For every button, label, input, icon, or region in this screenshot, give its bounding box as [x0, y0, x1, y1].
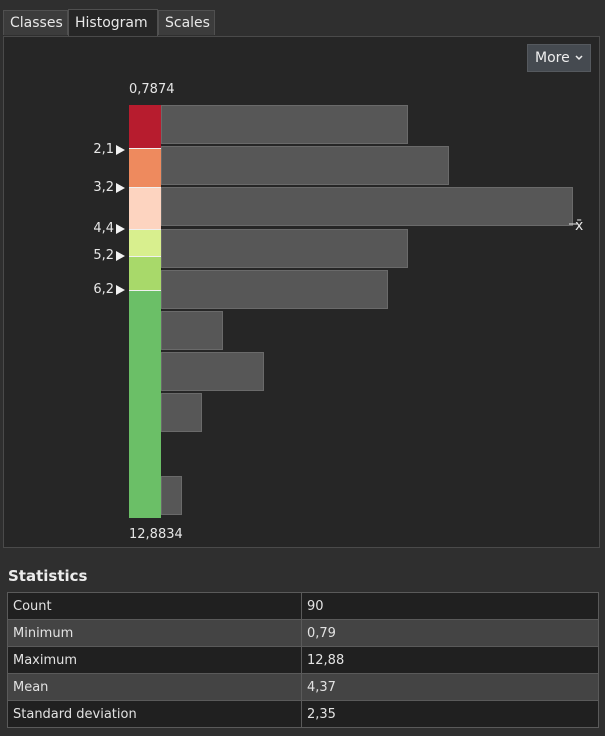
table-row: Maximum 12,88	[7, 646, 599, 674]
histogram-bar	[161, 476, 182, 515]
class-segment	[129, 105, 161, 148]
statistics-table: Count 90 Minimum 0,79 Maximum 12,88 Mean…	[7, 592, 599, 728]
table-row: Mean 4,37	[7, 673, 599, 701]
more-button[interactable]: More	[527, 44, 591, 72]
break-label: 3,2	[93, 180, 114, 195]
histogram-bar	[161, 270, 388, 309]
histogram-bar	[161, 352, 264, 391]
histogram-bar	[161, 311, 223, 350]
mean-marker: x̄	[575, 218, 584, 234]
table-row: Count 90	[7, 592, 599, 620]
break-line	[129, 148, 161, 149]
stat-value: 4,37	[301, 673, 599, 701]
break-label: 5,2	[93, 248, 114, 263]
more-button-label: More	[535, 50, 570, 66]
stat-label: Minimum	[7, 619, 302, 647]
class-segment	[129, 187, 161, 229]
stat-value: 2,35	[301, 700, 599, 728]
tab-histogram[interactable]: Histogram	[68, 9, 158, 36]
histogram-bar	[161, 105, 408, 144]
break-label: 4,4	[93, 221, 114, 236]
stat-label: Count	[7, 592, 302, 620]
break-handle[interactable]	[116, 183, 125, 193]
tab-classes[interactable]: Classes	[3, 10, 68, 35]
chevron-down-icon	[575, 55, 583, 61]
break-label: 6,2	[93, 282, 114, 297]
histogram-min-label: 12,8834	[129, 527, 183, 542]
break-handle[interactable]	[116, 145, 125, 155]
table-row: Minimum 0,79	[7, 619, 599, 647]
break-label: 2,1	[93, 142, 114, 157]
class-segment	[129, 256, 161, 290]
break-line	[129, 290, 161, 291]
histogram-max-label: 0,7874	[129, 82, 175, 97]
tab-scales[interactable]: Scales	[158, 10, 215, 35]
break-handle[interactable]	[116, 285, 125, 295]
stat-label: Standard deviation	[7, 700, 302, 728]
break-handle[interactable]	[116, 224, 125, 234]
stat-value: 12,88	[301, 646, 599, 674]
class-segment	[129, 229, 161, 256]
histogram-panel: More 0,7874 12,8834 2,1 3,2 4,4 5,2 6,2 …	[3, 36, 600, 548]
break-line	[129, 256, 161, 257]
stat-label: Maximum	[7, 646, 302, 674]
class-segment	[129, 148, 161, 187]
histogram-bar	[161, 146, 449, 185]
break-handle[interactable]	[116, 251, 125, 261]
stat-label: Mean	[7, 673, 302, 701]
break-line	[129, 187, 161, 188]
stat-value: 0,79	[301, 619, 599, 647]
table-row: Standard deviation 2,35	[7, 700, 599, 728]
histogram-bar	[161, 229, 408, 268]
histogram-bar	[161, 187, 573, 226]
break-line	[129, 229, 161, 230]
stat-value: 90	[301, 592, 599, 620]
statistics-title: Statistics	[8, 567, 88, 585]
histogram-bar	[161, 393, 202, 432]
class-segment	[129, 290, 161, 518]
